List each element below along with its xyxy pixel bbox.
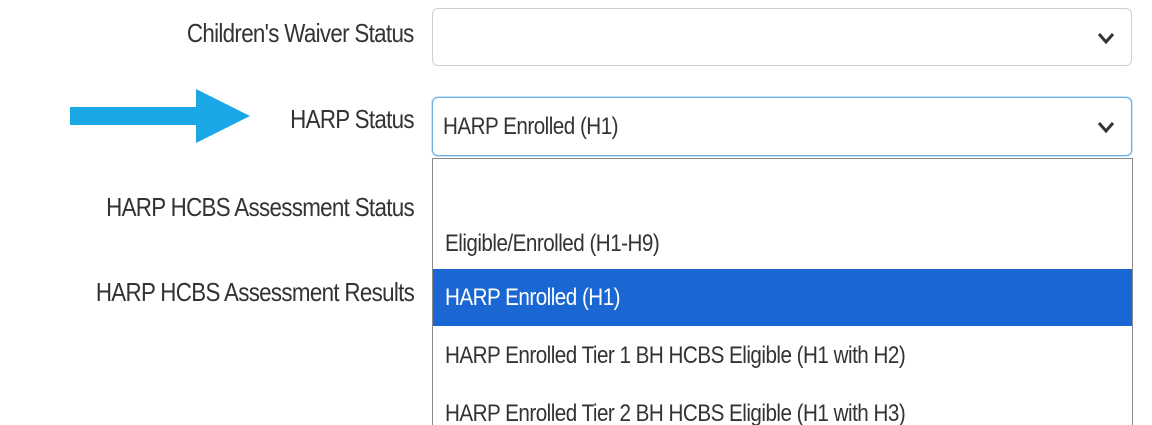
dropdown-option-harp-tier2[interactable]: HARP Enrolled Tier 2 BH HCBS Eligible (H… <box>433 385 1132 425</box>
dropdown-option-harp-tier1[interactable]: HARP Enrolled Tier 1 BH HCBS Eligible (H… <box>433 327 1132 384</box>
dropdown-option-blank[interactable] <box>433 159 1132 215</box>
chevron-down-icon <box>1097 33 1115 45</box>
dropdown-option-harp-enrolled-selected[interactable]: HARP Enrolled (H1) <box>433 269 1132 326</box>
dropdown-option-eligible-enrolled[interactable]: Eligible/Enrolled (H1-H9) <box>433 215 1132 272</box>
right-arrow-icon <box>70 89 250 143</box>
dropdown-option-label: HARP Enrolled (H1) <box>445 284 621 311</box>
chevron-down-icon <box>1097 122 1115 134</box>
harp-hcbs-assessment-status-label: HARP HCBS Assessment Status <box>106 192 415 222</box>
harp-status-select[interactable]: HARP Enrolled (H1) <box>432 97 1132 156</box>
childrens-waiver-status-select[interactable] <box>432 8 1132 66</box>
childrens-waiver-status-label: Children's Waiver Status <box>187 18 414 48</box>
harp-status-value: HARP Enrolled (H1) <box>443 113 619 140</box>
harp-status-dropdown-list[interactable]: Eligible/Enrolled (H1-H9) HARP Enrolled … <box>432 158 1133 425</box>
harp-status-label: HARP Status <box>290 104 414 134</box>
dropdown-option-label: HARP Enrolled Tier 2 BH HCBS Eligible (H… <box>445 400 906 425</box>
dropdown-option-label: HARP Enrolled Tier 1 BH HCBS Eligible (H… <box>445 342 906 369</box>
harp-hcbs-assessment-results-label: HARP HCBS Assessment Results <box>95 277 415 307</box>
dropdown-option-label: Eligible/Enrolled (H1-H9) <box>445 230 660 257</box>
